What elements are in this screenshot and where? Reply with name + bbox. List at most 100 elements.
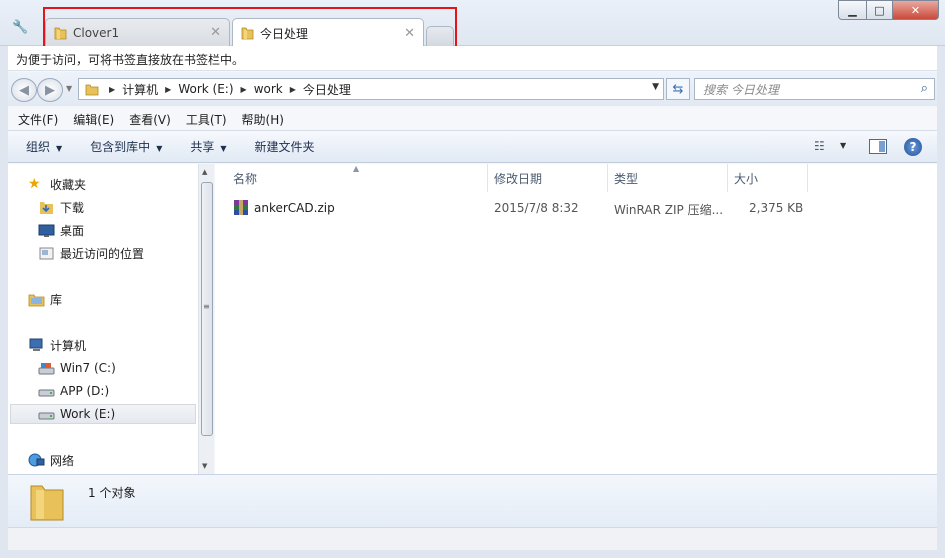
drive-icon [38, 389, 55, 396]
column-label: 类型 [614, 171, 639, 186]
chevron-down-icon[interactable]: ▼ [66, 84, 72, 93]
title-bar: 🔧 Clover1 ✕ 今日处理 ✕ ▁ □ ✕ [0, 0, 945, 51]
menu-file[interactable]: 文件(F) [18, 111, 58, 128]
desktop-icon [38, 224, 55, 237]
refresh-button[interactable]: ⇆ [666, 78, 690, 100]
column-header-type[interactable]: 类型 [608, 164, 728, 192]
wrench-icon[interactable]: 🔧 [12, 20, 28, 36]
column-label: 名称 [233, 171, 258, 186]
nav-label: 桌面 [60, 223, 85, 238]
window-frame [0, 550, 945, 558]
share-label: 共享 [190, 140, 215, 154]
menu-help[interactable]: 帮助(H) [242, 111, 284, 128]
nav-downloads[interactable]: 下载 [38, 197, 84, 217]
chevron-down-icon: ▼ [156, 144, 163, 153]
command-bar: 组织 ▼ 包含到库中 ▼ 共享 ▼ 新建文件夹 ☷ ▼ ? [8, 131, 937, 163]
nav-label: APP (D:) [60, 384, 110, 398]
forward-button[interactable]: ▶ [37, 78, 63, 102]
nav-recent[interactable]: 最近访问的位置 [38, 243, 144, 263]
menu-edit[interactable]: 编辑(E) [73, 111, 114, 128]
table-row[interactable]: ankerCAD.zip 2015/7/8 8:32 WinRAR ZIP 压缩… [233, 198, 833, 218]
recent-places-icon [39, 247, 54, 259]
highlight-box [43, 7, 457, 51]
network-icon [28, 453, 45, 466]
search-placeholder: 搜索 今日处理 [703, 82, 779, 97]
view-options-icon[interactable]: ☷ [814, 139, 825, 153]
maximize-button[interactable]: □ [867, 0, 893, 20]
menu-tools[interactable]: 工具(T) [186, 111, 227, 128]
share-button[interactable]: 共享 ▼ [190, 138, 226, 155]
preview-pane-icon[interactable] [869, 139, 887, 154]
nav-label: 收藏夹 [50, 177, 87, 192]
search-icon[interactable]: ⌕ [921, 81, 928, 96]
menu-bar: 文件(F) 编辑(E) 查看(V) 工具(T) 帮助(H) [8, 108, 937, 131]
back-button[interactable]: ◀ [11, 78, 37, 102]
refresh-icon: ⇆ [672, 81, 684, 97]
winrar-archive-icon [234, 200, 248, 215]
nav-desktop[interactable]: 桌面 [38, 220, 84, 240]
search-input[interactable]: 搜索 今日处理 ⌕ [694, 78, 935, 100]
nav-drive-c[interactable]: Win7 (C:) [38, 358, 116, 378]
window-frame [937, 46, 945, 558]
hint-text: 为便于访问，可将书签直接放在书签栏中。 [16, 53, 245, 67]
nav-drive-d[interactable]: APP (D:) [38, 381, 109, 401]
folder-icon [30, 485, 64, 521]
folder-icon [85, 84, 99, 95]
organize-label: 组织 [26, 140, 51, 154]
breadcrumb-separator-icon[interactable]: ▶ [109, 85, 115, 94]
grip-icon: ≡ [203, 302, 210, 311]
breadcrumb-separator-icon[interactable]: ▶ [241, 85, 247, 94]
status-bar [8, 527, 937, 550]
chevron-down-icon: ▼ [56, 144, 63, 153]
breadcrumb-computer[interactable]: 计算机 [122, 81, 158, 98]
chevron-down-icon[interactable]: ▼ [840, 141, 846, 150]
navigation-pane: ★ 收藏夹 下载 桌面 最近访问的位置 库 计算机 Win7 (C:) APP … [8, 164, 198, 474]
nav-label: 库 [50, 292, 63, 307]
nav-network[interactable]: 网络 [28, 450, 74, 470]
nav-libraries[interactable]: 库 [28, 289, 62, 309]
help-icon[interactable]: ? [904, 138, 922, 156]
close-button[interactable]: ✕ [893, 0, 939, 20]
breadcrumb-today[interactable]: 今日处理 [303, 81, 351, 98]
address-row: ◀ ▶ ▼ ▶ 计算机 ▶ Work (E:) ▶ work ▶ 今日处理 ▼ … [8, 72, 937, 106]
column-label: 大小 [734, 171, 759, 186]
menu-view[interactable]: 查看(V) [129, 111, 171, 128]
nav-favorites[interactable]: ★ 收藏夹 [28, 174, 86, 194]
column-header-name[interactable]: 名称 [215, 164, 488, 192]
file-list: ▲ 名称 修改日期 类型 大小 ankerCAD.zip 2015/7/8 8:… [215, 164, 937, 474]
column-header-modified[interactable]: 修改日期 [488, 164, 608, 192]
scroll-down-icon[interactable]: ▼ [202, 462, 207, 470]
breadcrumb-separator-icon[interactable]: ▶ [165, 85, 171, 94]
new-folder-button[interactable]: 新建文件夹 [255, 138, 315, 155]
file-size: 2,375 KB [749, 201, 804, 215]
nav-label: 计算机 [50, 338, 87, 353]
nav-label: 下载 [60, 200, 85, 215]
organize-button[interactable]: 组织 ▼ [26, 138, 62, 155]
file-type: WinRAR ZIP 压缩... [614, 203, 724, 217]
nav-drive-e[interactable]: Work (E:) [10, 404, 196, 424]
breadcrumb-separator-icon[interactable]: ▶ [290, 85, 296, 94]
breadcrumb-work-drive[interactable]: Work (E:) [178, 82, 233, 96]
breadcrumb-work[interactable]: work [254, 82, 283, 96]
nav-label: Win7 (C:) [60, 361, 116, 375]
minimize-button[interactable]: ▁ [838, 0, 867, 20]
nav-label: 网络 [50, 453, 75, 468]
include-library-button[interactable]: 包含到库中 ▼ [90, 138, 162, 155]
window-controls: ▁ □ ✕ [838, 0, 939, 20]
column-header-size[interactable]: 大小 [728, 164, 808, 192]
chevron-down-icon[interactable]: ▼ [652, 82, 659, 92]
details-pane: 1 个对象 [8, 474, 937, 527]
file-modified: 2015/7/8 8:32 [494, 201, 579, 215]
drive-icon [38, 362, 55, 374]
computer-icon [29, 338, 43, 351]
include-library-label: 包含到库中 [90, 140, 151, 154]
drive-icon [38, 412, 55, 419]
address-bar[interactable]: ▶ 计算机 ▶ Work (E:) ▶ work ▶ 今日处理 ▼ [78, 78, 664, 100]
nav-scrollbar[interactable]: ▲ ≡ ▼ [198, 164, 214, 474]
chevron-down-icon: ▼ [220, 144, 227, 153]
nav-label: 最近访问的位置 [60, 246, 145, 261]
library-icon [28, 294, 45, 306]
nav-computer[interactable]: 计算机 [28, 335, 86, 355]
downloads-icon [40, 201, 53, 214]
scroll-up-icon[interactable]: ▲ [202, 168, 207, 176]
